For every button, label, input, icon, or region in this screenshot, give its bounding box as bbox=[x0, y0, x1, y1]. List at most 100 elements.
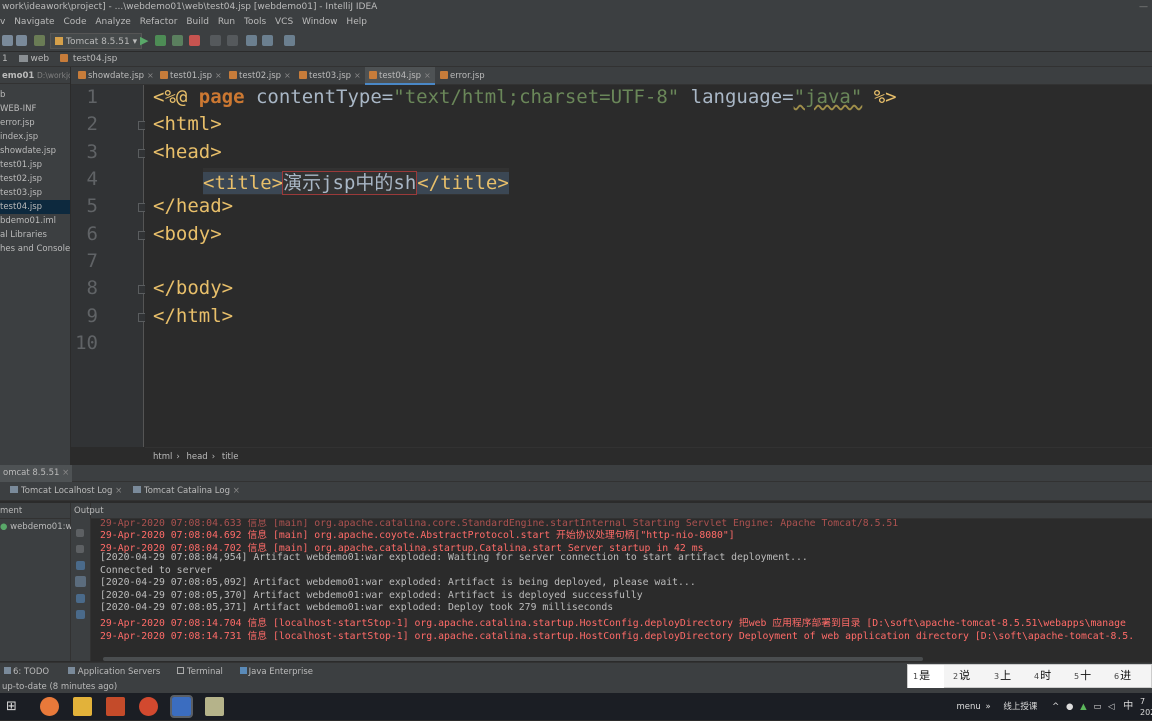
clock[interactable]: 7202 bbox=[1140, 696, 1152, 718]
debug-icon[interactable] bbox=[155, 35, 166, 46]
down-arrow-icon[interactable] bbox=[76, 545, 84, 553]
tab-test02[interactable]: test02.jsp × bbox=[225, 67, 295, 85]
menu-navigate[interactable]: Navigate bbox=[14, 17, 54, 27]
attach-icon[interactable] bbox=[227, 35, 238, 46]
nav-crumb-project[interactable]: 1 bbox=[2, 54, 8, 64]
tab-test03[interactable]: test03.jsp × bbox=[295, 67, 365, 85]
ime-lang-label[interactable]: 中 bbox=[1123, 701, 1133, 712]
ime-candidate[interactable]: 5十 bbox=[1074, 665, 1091, 688]
tree-item-index-jsp[interactable]: index.jsp bbox=[0, 130, 70, 144]
menu-refactor[interactable]: Refactor bbox=[140, 17, 178, 27]
sdk-icon[interactable] bbox=[284, 35, 295, 46]
menu-window[interactable]: Window bbox=[302, 17, 338, 27]
log-tab-catalina[interactable]: Tomcat Catalina Log × bbox=[132, 486, 240, 496]
run-tab-tomcat[interactable]: omcat 8.5.51 × bbox=[0, 465, 73, 482]
todo-button[interactable]: 6: TODO bbox=[4, 667, 49, 677]
volume-icon[interactable]: ◁ bbox=[1108, 702, 1115, 712]
windows-start-icon[interactable]: ⊞ bbox=[6, 697, 25, 716]
tab-test04[interactable]: test04.jsp × bbox=[365, 67, 435, 85]
code-editor[interactable]: <%@ page contentType="text/html;charset=… bbox=[145, 85, 1152, 447]
close-icon[interactable]: × bbox=[354, 71, 361, 80]
run-config-select[interactable]: Tomcat 8.5.51 ▾ bbox=[50, 33, 143, 49]
menu-view[interactable]: v bbox=[0, 17, 5, 27]
tree-item-test02-jsp[interactable]: test02.jsp bbox=[0, 172, 70, 186]
soft-wrap-icon[interactable] bbox=[76, 561, 85, 570]
menu-analyze[interactable]: Analyze bbox=[95, 17, 130, 27]
close-icon[interactable]: × bbox=[115, 486, 122, 496]
tray-app-icon[interactable]: ▲ bbox=[1080, 702, 1087, 712]
firefox-icon[interactable] bbox=[40, 697, 59, 716]
menu-tools[interactable]: Tools bbox=[244, 17, 266, 27]
back-icon[interactable] bbox=[2, 35, 13, 46]
tree-item-test04-jsp[interactable]: test04.jsp bbox=[0, 200, 70, 214]
tray-arrow-icon[interactable]: ^ bbox=[1052, 702, 1059, 712]
ime-candidate[interactable]: 4时 bbox=[1034, 665, 1051, 688]
up-arrow-icon[interactable] bbox=[76, 529, 84, 537]
menu-run[interactable]: Run bbox=[218, 17, 235, 27]
tab-error[interactable]: error.jsp bbox=[436, 67, 489, 85]
close-icon[interactable]: × bbox=[147, 71, 154, 80]
tree-item-external-libraries[interactable]: al Libraries bbox=[0, 228, 70, 242]
project-root[interactable]: emo01 D:\workjde bbox=[0, 67, 70, 84]
app-icon[interactable] bbox=[205, 697, 224, 716]
tray-expand-icon[interactable]: » bbox=[985, 702, 990, 712]
breadcrumb-head[interactable]: head bbox=[186, 452, 207, 462]
nav-crumb-file[interactable]: test04.jsp bbox=[73, 54, 118, 64]
ime-candidate[interactable]: 6进 bbox=[1114, 665, 1131, 688]
mic-icon[interactable]: ● bbox=[1066, 702, 1073, 712]
ime-candidate[interactable]: 1是 bbox=[908, 665, 944, 688]
tree-item-iml[interactable]: bdemo01.iml bbox=[0, 214, 70, 228]
breadcrumb-html[interactable]: html bbox=[153, 452, 172, 462]
ime-candidate[interactable]: 3上 bbox=[994, 665, 1011, 688]
tree-item-test01-jsp[interactable]: test01.jsp bbox=[0, 158, 70, 172]
intellij-idea-icon[interactable] bbox=[170, 695, 193, 718]
forward-icon[interactable] bbox=[16, 35, 27, 46]
window-title-bar: work\ideawork\project] - ...\webdemo01\w… bbox=[0, 0, 1152, 14]
menu-help[interactable]: Help bbox=[346, 17, 367, 27]
log-tab-localhost[interactable]: Tomcat Localhost Log × bbox=[10, 486, 122, 496]
stop-icon[interactable] bbox=[189, 35, 200, 46]
close-icon[interactable]: × bbox=[284, 71, 291, 80]
build-artifacts-icon[interactable] bbox=[210, 35, 221, 46]
settings-icon[interactable] bbox=[246, 35, 257, 46]
java-enterprise-button[interactable]: Java Enterprise bbox=[239, 667, 313, 677]
nav-crumb-web[interactable]: web bbox=[30, 54, 49, 64]
project-structure-icon[interactable] bbox=[262, 35, 273, 46]
menu-code[interactable]: Code bbox=[63, 17, 86, 27]
network-icon[interactable]: ▭ bbox=[1093, 702, 1101, 712]
file-explorer-icon[interactable] bbox=[73, 697, 92, 716]
console-output[interactable]: 29-Apr-2020 07:08:04.633 信息 [main] org.a… bbox=[91, 519, 1152, 661]
tray-search-label[interactable]: 线上授课 bbox=[1003, 702, 1037, 712]
close-icon[interactable]: × bbox=[233, 486, 240, 496]
terminal-button[interactable]: Terminal bbox=[177, 667, 223, 677]
app-servers-button[interactable]: Application Servers bbox=[67, 667, 160, 677]
code-line-2: <html> bbox=[153, 113, 222, 135]
minimize-icon[interactable]: — bbox=[1139, 0, 1148, 14]
deployment-item[interactable]: ● webdemo01:wa bbox=[0, 519, 78, 535]
build-icon[interactable] bbox=[34, 35, 45, 46]
ime-candidate[interactable]: 2说 bbox=[953, 665, 970, 688]
scroll-to-end-icon[interactable] bbox=[75, 576, 86, 587]
tree-item-error-jsp[interactable]: error.jsp bbox=[0, 116, 70, 130]
run-icon[interactable]: ▶ bbox=[140, 35, 151, 46]
tab-showdate[interactable]: showdate.jsp × bbox=[74, 67, 158, 85]
tree-item-scratches[interactable]: hes and Consoles bbox=[0, 242, 70, 256]
menu-build[interactable]: Build bbox=[186, 17, 209, 27]
tab-test01[interactable]: test01.jsp × bbox=[156, 67, 226, 85]
close-icon[interactable]: × bbox=[424, 71, 431, 80]
tree-item-test03-jsp[interactable]: test03.jsp bbox=[0, 186, 70, 200]
tray-menu-label[interactable]: menu bbox=[956, 702, 980, 712]
print-icon[interactable] bbox=[76, 594, 85, 603]
coverage-icon[interactable] bbox=[172, 35, 183, 46]
tree-item-showdate-jsp[interactable]: showdate.jsp bbox=[0, 144, 70, 158]
close-icon[interactable]: × bbox=[215, 71, 222, 80]
scrollbar-thumb[interactable] bbox=[103, 657, 923, 661]
menu-vcs[interactable]: VCS bbox=[275, 17, 293, 27]
trash-icon[interactable] bbox=[76, 610, 85, 619]
tree-item-web-inf[interactable]: WEB-INF bbox=[0, 102, 70, 116]
app-icon[interactable] bbox=[106, 697, 125, 716]
powerpoint-icon[interactable] bbox=[139, 697, 158, 716]
breadcrumb-title[interactable]: title bbox=[222, 452, 239, 462]
close-icon[interactable]: × bbox=[62, 468, 69, 478]
tree-item-web[interactable]: b bbox=[0, 88, 70, 102]
